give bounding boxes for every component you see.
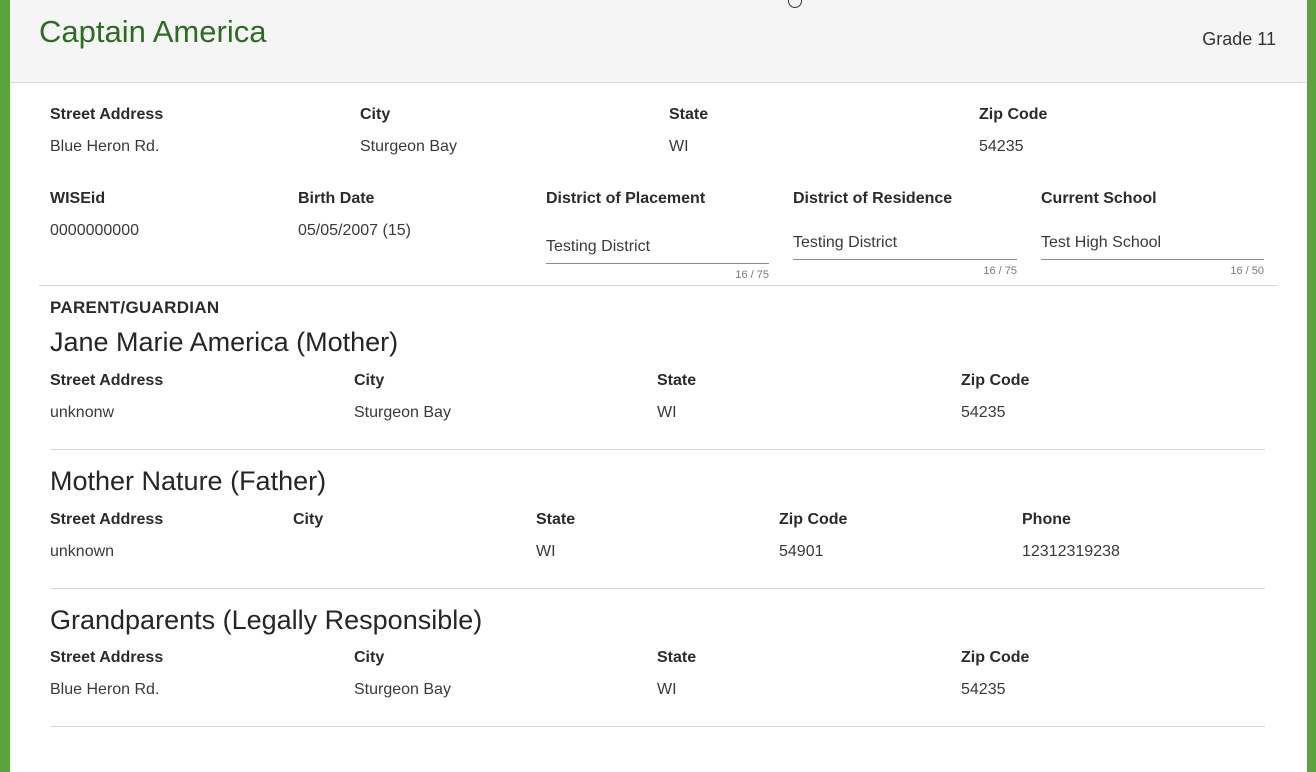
guardian-phone-value: 12312319238 [1022, 543, 1120, 560]
guardian-street-value: unknown [50, 543, 115, 560]
zip-code-label: Zip Code [979, 106, 1048, 123]
current-school-field[interactable]: Test High School [1041, 234, 1161, 252]
guardian-zip-label: Zip Code [961, 649, 1030, 666]
guardian-zip-value: 54235 [961, 681, 1006, 698]
zip-code-value: 54235 [979, 138, 1024, 155]
guardian-state-value: WI [536, 543, 556, 560]
guardian-city-label: City [293, 511, 324, 528]
current-school-underline [1041, 259, 1264, 260]
district-residence-label: District of Residence [793, 190, 953, 207]
guardian-zip-value: 54901 [779, 543, 824, 560]
guardian-zip-label: Zip Code [779, 511, 848, 528]
city-value: Sturgeon Bay [360, 138, 457, 155]
section-divider [39, 285, 1277, 286]
district-placement-underline [546, 263, 769, 264]
guardian-city-value: Sturgeon Bay [354, 404, 451, 421]
guardian-divider [50, 449, 1265, 450]
district-residence-counter: 16 / 75 [983, 265, 1017, 277]
district-placement-field[interactable]: Testing District [546, 238, 650, 256]
guardian-state-value: WI [657, 404, 677, 421]
guardian-city-value: Sturgeon Bay [354, 681, 451, 698]
guardian-city-label: City [354, 649, 385, 666]
guardian-name: Jane Marie America (Mother) [50, 327, 399, 357]
guardian-divider [50, 726, 1265, 727]
current-school-label: Current School [1041, 190, 1157, 207]
guardian-state-value: WI [657, 681, 677, 698]
guardian-state-label: State [657, 649, 697, 666]
district-residence-field[interactable]: Testing District [793, 234, 897, 252]
guardian-zip-label: Zip Code [961, 372, 1030, 389]
guardian-street-value: Blue Heron Rd. [50, 681, 160, 698]
guardian-street-label: Street Address [50, 372, 164, 389]
current-school-counter: 16 / 50 [1230, 265, 1264, 277]
birth-date-value: 05/05/2007 (15) [298, 222, 411, 239]
guardian-city-label: City [354, 372, 385, 389]
student-grade: Grade 11 [1202, 29, 1276, 49]
wiseid-value: 0000000000 [50, 222, 139, 239]
guardian-street-value: unknonw [50, 404, 115, 421]
district-placement-counter: 16 / 75 [735, 269, 769, 281]
guardian-divider [50, 588, 1265, 589]
guardian-street-label: Street Address [50, 511, 164, 528]
street-address-label: Street Address [50, 106, 164, 123]
guardian-state-label: State [657, 372, 697, 389]
district-residence-underline [793, 259, 1017, 260]
guardian-phone-label: Phone [1022, 511, 1071, 528]
district-placement-label: District of Placement [546, 190, 706, 207]
state-label: State [669, 106, 709, 123]
parent-guardian-heading: PARENT/GUARDIAN [50, 298, 220, 317]
guardian-state-label: State [536, 511, 576, 528]
street-address-value: Blue Heron Rd. [50, 138, 160, 155]
guardian-zip-value: 54235 [961, 404, 1006, 421]
guardian-street-label: Street Address [50, 649, 164, 666]
guardian-name: Grandparents (Legally Responsible) [50, 605, 483, 635]
city-label: City [360, 106, 391, 123]
student-name: Captain America [39, 14, 267, 49]
guardian-name: Mother Nature (Father) [50, 466, 327, 496]
state-value: WI [669, 138, 689, 155]
wiseid-label: WISEid [50, 190, 106, 207]
student-panel: Captain America Grade 11 Street Address … [10, 0, 1307, 772]
birth-date-label: Birth Date [298, 190, 375, 207]
student-header: Captain America Grade 11 [10, 0, 1307, 83]
